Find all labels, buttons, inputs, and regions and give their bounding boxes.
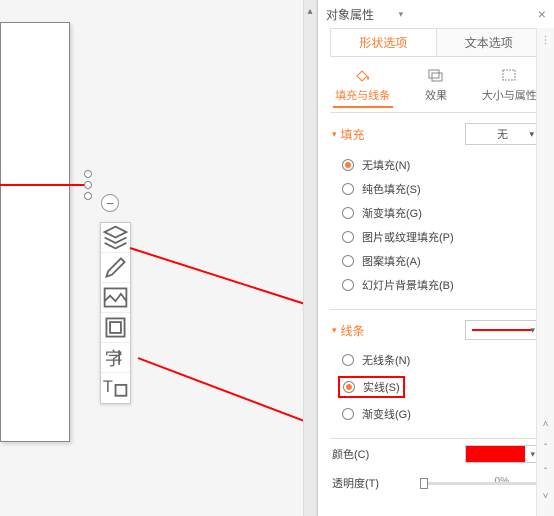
radio-slidebg-fill[interactable]: 幻灯片背景填充(B) [342, 273, 540, 297]
radio-gradient-line[interactable]: 渐变线(G) [342, 402, 540, 426]
radio-solid-line[interactable]: 实线(S) [342, 372, 540, 402]
tab-text-options[interactable]: 文本选项 [436, 29, 542, 56]
properties-panel: 对象属性 ▾ × 形状选项 文本选项 填充与线条 效果 大小与属性 ▾ 填充 无 [317, 0, 554, 516]
shape-line[interactable] [0, 184, 88, 186]
textbox-icon[interactable]: T [101, 373, 130, 403]
collapse-button[interactable]: − [101, 194, 119, 212]
crop-icon[interactable] [101, 313, 130, 343]
radio-solid-fill[interactable]: 纯色填充(S) [342, 177, 540, 201]
radio-gradient-fill[interactable]: 渐变填充(G) [342, 201, 540, 225]
resize-handle[interactable] [84, 192, 92, 200]
color-picker[interactable] [465, 445, 540, 463]
tab-shape-options[interactable]: 形状选项 [331, 29, 436, 56]
triangle-down-icon: ▾ [332, 129, 337, 140]
opacity-slider[interactable] [420, 482, 540, 485]
subtab-size[interactable]: 大小与属性 [479, 67, 539, 108]
svg-text:T: T [103, 378, 113, 396]
dropdown-icon[interactable]: ▾ [399, 9, 404, 20]
row-color: 颜色(C) [318, 439, 554, 469]
text-icon[interactable]: 字 [101, 343, 130, 373]
fill-type-dropdown[interactable]: 无 [465, 123, 540, 145]
line-style-dropdown[interactable] [465, 320, 540, 340]
section-line[interactable]: ▾ 线条 [332, 320, 540, 340]
radio-picture-fill[interactable]: 图片或纹理填充(P) [342, 225, 540, 249]
chevron-icon[interactable]: ⋮ [537, 28, 554, 52]
layers-icon[interactable] [101, 223, 130, 253]
triangle-down-icon: ▾ [332, 325, 337, 336]
edit-icon[interactable] [101, 253, 130, 283]
panel-title: 对象属性 [326, 6, 374, 23]
floating-toolbar: 字 T [100, 222, 131, 404]
radio-no-line[interactable]: 无线条(N) [342, 348, 540, 372]
canvas-area: − 字 T [0, 0, 303, 516]
radio-pattern-fill[interactable]: 图案填充(A) [342, 249, 540, 273]
main-tabs: 形状选项 文本选项 [330, 28, 542, 57]
image-icon[interactable] [101, 283, 130, 313]
panel-side-strip: ⋮ ˄ ˆ ˇ ˅ [536, 28, 554, 516]
chevron-down-icon[interactable]: ˅ [537, 484, 554, 508]
close-icon[interactable]: × [538, 6, 546, 22]
resize-handle[interactable] [84, 170, 92, 178]
section-fill[interactable]: ▾ 填充 无 [332, 123, 540, 145]
subtab-effect[interactable]: 效果 [406, 67, 466, 108]
resize-handle[interactable] [84, 181, 92, 189]
subtabs: 填充与线条 效果 大小与属性 [326, 67, 546, 108]
radio-no-fill[interactable]: 无填充(N) [342, 153, 540, 177]
chevron-up-icon[interactable]: ˆ [537, 436, 554, 460]
vertical-scrollbar[interactable]: ▴ [303, 0, 317, 516]
chevron-up-icon[interactable]: ˄ [537, 412, 554, 436]
slide[interactable] [0, 22, 70, 442]
chevron-down-icon[interactable]: ˇ [537, 460, 554, 484]
subtab-fill-line[interactable]: 填充与线条 [333, 67, 393, 108]
scroll-up-icon[interactable]: ▴ [304, 0, 316, 22]
